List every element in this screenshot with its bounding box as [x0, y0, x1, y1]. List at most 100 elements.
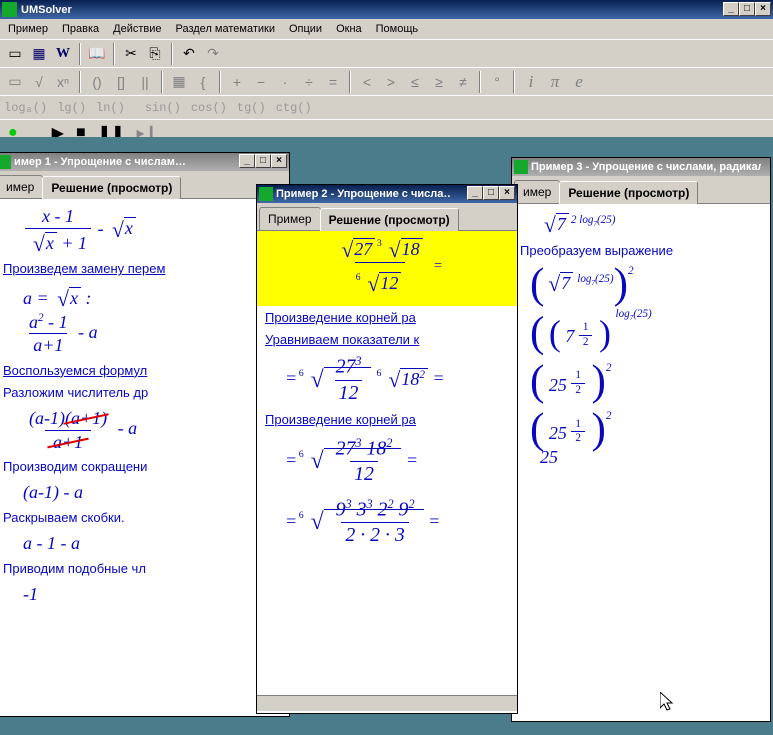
- step-text: Разложим числитель др: [3, 385, 281, 401]
- window-titlebar: UMSolver _ □ ×: [0, 0, 773, 19]
- toolbar-main: ▭ ▦ W 📖 ✂ ⎘ ↶ ↷: [0, 39, 773, 67]
- step-text: Произведение корней ра: [265, 412, 509, 428]
- step-text: Произведение корней ра: [265, 310, 509, 326]
- close-button[interactable]: ×: [271, 154, 287, 168]
- frac-icon[interactable]: ▭: [4, 71, 26, 93]
- tabs-1: имер Решение (просмотр): [0, 171, 289, 199]
- eq-icon[interactable]: =: [322, 71, 344, 93]
- menu-action[interactable]: Действие: [107, 21, 167, 37]
- doc-icon: [0, 155, 11, 169]
- menu-example[interactable]: Пример: [2, 21, 54, 37]
- gt-icon[interactable]: >: [380, 71, 402, 93]
- i-icon[interactable]: i: [520, 71, 542, 93]
- tab-solution-2[interactable]: Решение (просмотр): [320, 208, 459, 231]
- separator: [171, 43, 173, 65]
- tabs-2: Пример Решение (просмотр): [257, 203, 517, 231]
- tab-example-1[interactable]: имер: [0, 175, 43, 198]
- solution-pane-2: 27 318 612 = Произведение корней ра Урав…: [257, 231, 517, 713]
- mdi-window-1[interactable]: имер 1 - Упрощение с числами, рад… _ □ ×…: [0, 152, 290, 717]
- abs-icon[interactable]: ||: [134, 71, 156, 93]
- toolbar-symbols: ▭ √ xⁿ () [] || ▦ { + − · ÷ = < > ≤ ≥ ≠ …: [0, 67, 773, 95]
- tab-solution-1[interactable]: Решение (просмотр): [42, 176, 181, 199]
- max-button[interactable]: □: [483, 186, 499, 200]
- bracket-icon[interactable]: []: [110, 71, 132, 93]
- tab-example-3[interactable]: имер: [514, 180, 560, 203]
- solution-pane-3: 72 log7(25) Преобразуем выражение (7log7…: [512, 204, 770, 721]
- separator: [479, 71, 481, 93]
- app-title: UMSolver: [21, 4, 72, 16]
- mdi-desktop: имер 1 - Упрощение с числами, рад… _ □ ×…: [0, 137, 773, 735]
- degree-icon[interactable]: °: [486, 71, 508, 93]
- toolbar-functions: logₐ() lg() ln() sin() cos() tg() ctg(): [0, 95, 773, 119]
- separator: [79, 43, 81, 65]
- step-text: Воспользуемся формул: [3, 363, 281, 379]
- maximize-button[interactable]: □: [739, 2, 755, 16]
- fn-tg[interactable]: tg(): [237, 101, 266, 115]
- menu-math[interactable]: Раздел математики: [170, 21, 281, 37]
- solution-pane-1: x - 1x + 1 - x Произведем замену перем a…: [0, 199, 289, 716]
- separator: [219, 71, 221, 93]
- doc-icon: [514, 160, 528, 174]
- ne-icon[interactable]: ≠: [452, 71, 474, 93]
- le-icon[interactable]: ≤: [404, 71, 426, 93]
- close-button[interactable]: ×: [499, 186, 515, 200]
- redo-icon[interactable]: ↷: [202, 43, 224, 65]
- grid-icon[interactable]: ▦: [28, 43, 50, 65]
- mdi-title-3-text: Пример 3 - Упрощение с числами, радикала: [531, 161, 761, 173]
- tabs-3: имер Решение (просмотр): [512, 176, 770, 204]
- step-text: Произведем замену перем: [3, 261, 281, 277]
- fn-sin[interactable]: sin(): [145, 101, 181, 115]
- tab-example-2[interactable]: Пример: [259, 207, 321, 230]
- tab-solution-3[interactable]: Решение (просмотр): [559, 181, 698, 204]
- book-icon[interactable]: 📖: [86, 43, 108, 65]
- new-icon[interactable]: ▭: [4, 43, 26, 65]
- pi-icon[interactable]: π: [544, 71, 566, 93]
- paren-icon[interactable]: (): [86, 71, 108, 93]
- div-icon[interactable]: ÷: [298, 71, 320, 93]
- fn-ctg[interactable]: ctg(): [276, 101, 312, 115]
- matrix-icon[interactable]: ▦: [168, 71, 190, 93]
- mdi-window-3[interactable]: Пример 3 - Упрощение с числами, радикала…: [511, 157, 771, 722]
- minimize-button[interactable]: _: [723, 2, 739, 16]
- e-icon[interactable]: e: [568, 71, 590, 93]
- step-text: Приводим подобные чл: [3, 561, 281, 577]
- min-button[interactable]: _: [467, 186, 483, 200]
- wiki-icon[interactable]: W: [52, 43, 74, 65]
- menu-options[interactable]: Опции: [283, 21, 328, 37]
- menu-edit[interactable]: Правка: [56, 21, 105, 37]
- sqrt-icon[interactable]: √: [28, 71, 50, 93]
- menu-windows[interactable]: Окна: [330, 21, 368, 37]
- ge-icon[interactable]: ≥: [428, 71, 450, 93]
- fn-ln[interactable]: ln(): [96, 101, 125, 115]
- mdi-title-2[interactable]: Пример 2 - Упрощение с числа… _ □ ×: [257, 185, 517, 203]
- close-button[interactable]: ×: [755, 2, 771, 16]
- fn-cos[interactable]: cos(): [191, 101, 227, 115]
- doc-icon: [259, 187, 273, 201]
- mdi-window-2[interactable]: Пример 2 - Упрощение с числа… _ □ × Прим…: [256, 184, 518, 714]
- cut-icon[interactable]: ✂: [120, 43, 142, 65]
- copy-icon[interactable]: ⎘: [144, 43, 166, 65]
- minus-icon[interactable]: −: [250, 71, 272, 93]
- mouse-cursor: [660, 692, 678, 714]
- mdi-title-1[interactable]: имер 1 - Упрощение с числами, рад… _ □ ×: [0, 153, 289, 171]
- mdi-title-1-text: имер 1 - Упрощение с числами, рад…: [14, 156, 189, 168]
- step-text: Преобразуем выражение: [520, 243, 762, 259]
- highlighted-expression: 27 318 612 =: [257, 231, 517, 306]
- power-icon[interactable]: xⁿ: [52, 71, 74, 93]
- undo-icon[interactable]: ↶: [178, 43, 200, 65]
- separator: [513, 71, 515, 93]
- menu-help[interactable]: Помощь: [370, 21, 425, 37]
- fn-loga[interactable]: logₐ(): [4, 101, 47, 115]
- separator: [79, 71, 81, 93]
- system-icon[interactable]: {: [192, 71, 214, 93]
- max-button[interactable]: □: [255, 154, 271, 168]
- mdi-title-3[interactable]: Пример 3 - Упрощение с числами, радикала: [512, 158, 770, 176]
- mult-icon[interactable]: ·: [274, 71, 296, 93]
- min-button[interactable]: _: [239, 154, 255, 168]
- scrollbar-bottom[interactable]: [257, 695, 517, 711]
- fn-lg[interactable]: lg(): [57, 101, 86, 115]
- lt-icon[interactable]: <: [356, 71, 378, 93]
- step-text: Раскрываем скобки.: [3, 510, 281, 526]
- plus-icon[interactable]: +: [226, 71, 248, 93]
- mdi-title-2-text: Пример 2 - Упрощение с числа…: [276, 188, 451, 200]
